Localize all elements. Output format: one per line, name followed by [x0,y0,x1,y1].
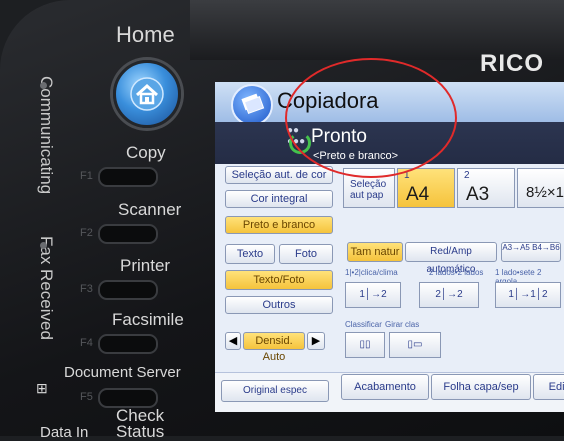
duplex-header-2: 2 lados•2 lados [429,268,484,277]
scanner-label: Scanner [118,200,182,219]
fax-received-led [40,242,47,249]
duplex-1to2-button[interactable]: 1│→2 [345,282,401,308]
brand-logo: RICO [480,50,544,77]
copy-button[interactable] [98,167,158,187]
duplex-booklet-button[interactable]: 1│→1│2 [495,282,561,308]
text-photo-button[interactable]: Texto/Foto [225,270,333,290]
printer-button[interactable] [98,280,158,300]
check-status-label: Check Status [116,406,165,441]
printer-label: Printer [120,256,171,275]
copy-label: Copy [126,143,166,162]
document-server-button[interactable] [98,388,158,408]
photo-mode-button[interactable]: Foto [279,244,333,264]
density-increase-button[interactable]: ▶ [307,332,325,350]
tray1-size: A4 [406,184,430,205]
auto-reduce-enlarge-button[interactable]: Red/Amp automático [405,242,497,275]
red-annotation-circle [285,58,457,178]
f2-label: F2 [80,227,93,239]
tray3-button[interactable]: 8½×1 [517,168,564,208]
full-color-button[interactable]: Cor integral [225,190,333,208]
sort-button[interactable]: ▯▯ [345,332,385,358]
communicating-led [40,82,47,89]
preset-zoom-button[interactable]: A3→A5 B4→B6 [501,242,561,262]
rotate-sort-button[interactable]: ▯▭ [389,332,441,358]
communicating-label: Communicating [37,76,56,195]
home-button[interactable] [113,60,181,128]
scanner-button[interactable] [98,224,158,244]
facsimile-label: Facsimile [112,310,184,329]
auto-color-button[interactable]: Seleção aut. de cor [225,166,333,184]
auto-paper-label: Seleção aut pap [350,179,387,201]
density-decrease-button[interactable]: ◀ [225,332,241,350]
original-special-button[interactable]: Original espec [221,380,329,402]
fax-received-label: Fax Received [37,236,56,340]
home-label: Home [116,22,175,47]
data-in-label: Data In [40,424,89,441]
tray2-size: A3 [466,184,490,205]
sort-header: Classificar [345,320,382,329]
facsimile-button[interactable] [98,334,158,354]
duplex-header-1: 1|•2|clica/clima [345,268,398,277]
home-icon [130,77,164,111]
black-white-button[interactable]: Preto e branco [225,216,333,234]
text-mode-button[interactable]: Texto [225,244,275,264]
f4-label: F4 [80,337,93,349]
tray3-size: 8½×1 [526,184,564,201]
duplex-2to2-button[interactable]: 2│→2 [419,282,479,308]
f1-label: F1 [80,170,93,182]
copier-app-icon [231,84,273,126]
natural-size-button[interactable]: Tam natur [347,242,403,262]
finishing-button[interactable]: Acabamento [341,374,429,400]
document-server-icon: ⊞ [36,380,48,396]
document-server-label: Document Server [64,364,181,381]
f3-label: F3 [80,283,93,295]
others-button[interactable]: Outros [225,296,333,314]
edit-button[interactable]: Editar [533,374,564,400]
tray2-button[interactable]: 2 A3 [457,168,515,208]
rotate-sort-header: Girar clas [385,320,420,329]
cover-sheet-button[interactable]: Folha capa/sep [431,374,531,400]
tray1-button[interactable]: 1 A4 [397,168,455,208]
f5-label: F5 [80,391,93,403]
density-auto-button[interactable]: Densid. Auto [243,332,305,363]
tray2-number: 2 [464,170,470,181]
